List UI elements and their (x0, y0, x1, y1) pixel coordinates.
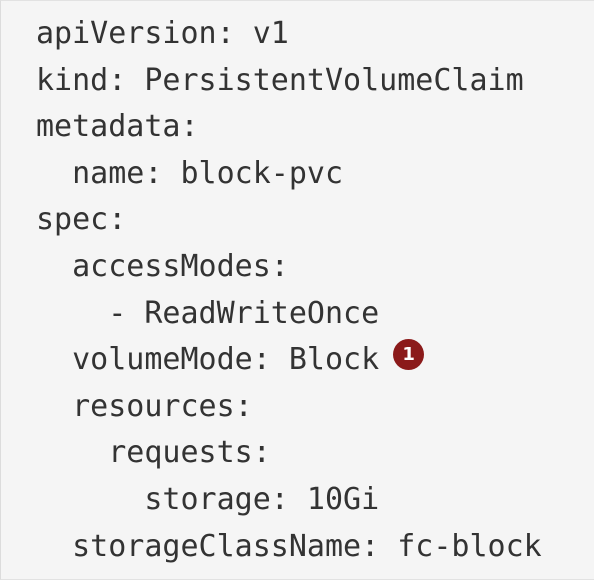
yaml-code: apiVersion: v1 kind: PersistentVolumeClai… (36, 11, 542, 570)
code-line-api-version: apiVersion: v1 (36, 16, 289, 51)
code-line-volume-mode: volumeMode: Block 1 (36, 337, 542, 384)
code-line-kind: kind: PersistentVolumeClaim (36, 62, 524, 98)
code-line-storage: storage: 10Gi (36, 481, 380, 517)
code-line-storage-class-name: storageClassName: fc-block (36, 528, 542, 564)
code-block: apiVersion: v1 kind: PersistentVolumeClai… (0, 0, 594, 580)
code-line-name: name: block-pvc (36, 155, 344, 191)
code-line-spec: spec: (36, 202, 127, 238)
code-line-requests: requests: (36, 435, 271, 471)
code-line-metadata: metadata: (36, 109, 199, 145)
code-line-access-modes: accessModes: (36, 248, 289, 284)
callout-badge: 1 (393, 339, 425, 371)
code-line-read-write-once: - ReadWriteOnce (36, 295, 380, 331)
code-line-volume-mode-text: volumeMode: Block (36, 342, 380, 378)
code-line-resources: resources: (36, 388, 253, 424)
